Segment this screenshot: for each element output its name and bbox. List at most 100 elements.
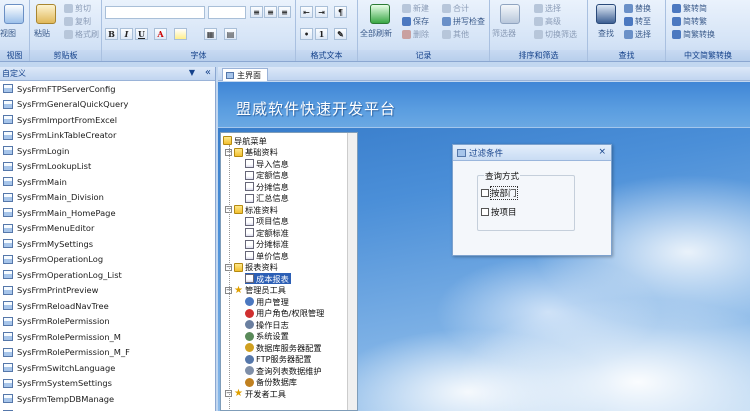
tree-group-node[interactable]: − 报表资料 xyxy=(225,262,278,273)
toggle-filter-button[interactable]: 切换筛选 xyxy=(534,29,577,40)
paste-button[interactable]: 粘贴 xyxy=(34,28,50,39)
fill-color-button[interactable] xyxy=(174,28,187,40)
nav-list-item[interactable]: SysFrmFTPServerConfig xyxy=(0,81,215,97)
view-button-label[interactable]: 视图 xyxy=(0,28,16,39)
nav-list-item[interactable]: SysFrmGeneralQuickQuery xyxy=(0,97,215,113)
nav-list-item[interactable]: SysFrmTempDBManage xyxy=(0,391,215,407)
tree-leaf-node[interactable]: 查询列表数据维护 xyxy=(245,365,322,376)
simp-to-trad-button[interactable]: 简转繁 xyxy=(672,16,707,27)
chevron-down-icon[interactable]: ▼ xyxy=(189,68,195,77)
tree-leaf-node[interactable]: 项目信息 xyxy=(245,216,289,227)
checkbox-box[interactable] xyxy=(481,208,489,216)
font-color-button[interactable]: A xyxy=(154,28,167,40)
alt-fill-button[interactable]: ▤ xyxy=(224,28,237,40)
nav-list-item[interactable]: SysFrmRolePermission_M_F xyxy=(0,345,215,361)
tab-main-interface[interactable]: 主界面 xyxy=(222,68,268,81)
nav-list-item[interactable]: SysFrmLinkTableCreator xyxy=(0,128,215,144)
nav-list-item[interactable]: SysFrmMenuEditor xyxy=(0,221,215,237)
trad-to-simp-button[interactable]: 繁转简 xyxy=(672,3,707,14)
tree-group-node[interactable]: − ★ 开发者工具 xyxy=(225,388,286,399)
tree-leaf-node[interactable]: 用户角色/权限管理 xyxy=(245,308,324,319)
tree-leaf-node[interactable]: 分摊标准 xyxy=(245,239,289,250)
align-right-button[interactable]: ≡ xyxy=(278,6,291,18)
align-left-button[interactable]: ≡ xyxy=(250,6,263,18)
tree-group-node[interactable]: − 基础资料 xyxy=(225,147,278,158)
tree-leaf-node[interactable]: 导入信息 xyxy=(245,158,289,169)
rtl-button[interactable]: ¶ xyxy=(334,6,347,18)
bullets-button[interactable]: • xyxy=(300,28,313,40)
indent-decrease-button[interactable]: ⇤ xyxy=(300,6,313,18)
view-icon[interactable] xyxy=(4,4,24,24)
highlight-button[interactable]: ✎ xyxy=(334,28,347,40)
tree-leaf-node[interactable]: 汇总信息 xyxy=(245,193,289,204)
copy-button[interactable]: 复制 xyxy=(64,16,91,27)
save-record-button[interactable]: 保存 xyxy=(402,16,429,27)
nav-list-item[interactable]: SysFrmOperationLog xyxy=(0,252,215,268)
delete-record-button[interactable]: 删除 xyxy=(402,29,429,40)
italic-button[interactable]: I xyxy=(120,28,133,40)
tree-leaf-node[interactable]: 备份数据库 xyxy=(245,377,297,388)
dialog-title-bar[interactable]: 过滤条件 × xyxy=(453,145,611,161)
tree-group-node[interactable]: − ★ 管理员工具 xyxy=(225,285,286,296)
tree-leaf-node[interactable]: 分摊信息 xyxy=(245,181,289,192)
nav-list-item[interactable]: SysFrmTemplateForm_Default xyxy=(0,407,215,411)
nav-list-item[interactable]: SysFrmMySettings xyxy=(0,236,215,252)
font-name-combo[interactable] xyxy=(105,6,205,19)
underline-button[interactable]: U xyxy=(135,28,148,40)
totals-button[interactable]: 合计 xyxy=(442,3,469,14)
tree-group-node[interactable]: − 标准资料 xyxy=(225,204,278,215)
nav-list-item[interactable]: SysFrmReloadNavTree xyxy=(0,298,215,314)
convert-button[interactable]: 简繁转换 xyxy=(672,29,715,40)
replace-button[interactable]: 替换 xyxy=(624,3,651,14)
tree-leaf-node[interactable]: 成本报表 xyxy=(245,273,291,284)
tree-scrollbar[interactable] xyxy=(347,133,357,410)
nav-list-item[interactable]: SysFrmSwitchLanguage xyxy=(0,360,215,376)
spelling-button[interactable]: 拼写检查 xyxy=(442,16,485,27)
checkbox-box[interactable] xyxy=(481,189,489,197)
refresh-all-button[interactable]: 全部刷新 xyxy=(360,28,392,39)
checkbox-by-department[interactable]: 按部门 xyxy=(481,186,518,200)
new-record-button[interactable]: 新建 xyxy=(402,3,429,14)
nav-list-item[interactable]: SysFrmRolePermission xyxy=(0,314,215,330)
tree-leaf-node[interactable]: 定额标准 xyxy=(245,227,289,238)
navigation-menu-tree[interactable]: 导航菜单 − 基础资料 导入信息 定额信息 分摊信息 汇总信息 − 标准资料 项目信息 定额标准 分摊… xyxy=(220,132,358,411)
select-button[interactable]: 选择 xyxy=(624,29,651,40)
filter-button[interactable]: 筛选器 xyxy=(492,28,516,39)
nav-pane-header[interactable]: 自定义 ▼ « xyxy=(0,67,215,81)
tree-leaf-node[interactable]: FTP服务器配置 xyxy=(245,354,311,365)
numbering-button[interactable]: 1 xyxy=(315,28,328,40)
nav-list-item[interactable]: SysFrmPrintPreview xyxy=(0,283,215,299)
tree-leaf-node[interactable]: 用户管理 xyxy=(245,296,289,307)
selection-button[interactable]: 选择 xyxy=(534,3,561,14)
nav-list-item[interactable]: SysFrmOperationLog_List xyxy=(0,267,215,283)
goto-button[interactable]: 转至 xyxy=(624,16,651,27)
find-icon[interactable] xyxy=(596,4,616,24)
format-painter-button[interactable]: 格式刷 xyxy=(64,29,99,40)
tree-leaf-node[interactable]: 定额信息 xyxy=(245,170,289,181)
tree-leaf-node[interactable]: 系统设置 xyxy=(245,331,289,342)
more-button[interactable]: 其他 xyxy=(442,29,469,40)
indent-increase-button[interactable]: ⇥ xyxy=(315,6,328,18)
nav-list-item[interactable]: SysFrmRolePermission_M xyxy=(0,329,215,345)
cut-button[interactable]: 剪切 xyxy=(64,3,91,14)
tree-leaf-node[interactable]: 数据库服务器配置 xyxy=(245,342,322,353)
nav-list-item[interactable]: SysFrmMain_HomePage xyxy=(0,205,215,221)
collapse-pane-icon[interactable]: « xyxy=(205,67,211,78)
checkbox-by-project[interactable]: 按项目 xyxy=(481,206,517,218)
find-button[interactable]: 查找 xyxy=(598,28,614,39)
bold-button[interactable]: B xyxy=(105,28,118,40)
filter-icon[interactable] xyxy=(500,4,520,24)
gridlines-button[interactable]: ▦ xyxy=(204,28,217,40)
tree-leaf-node[interactable]: 操作日志 xyxy=(245,319,289,330)
nav-list-item[interactable]: SysFrmMain_Division xyxy=(0,190,215,206)
refresh-icon[interactable] xyxy=(370,4,390,24)
font-size-combo[interactable] xyxy=(208,6,246,19)
nav-list-item[interactable]: SysFrmLogin xyxy=(0,143,215,159)
advanced-filter-button[interactable]: 高级 xyxy=(534,16,561,27)
tree-leaf-node[interactable]: 单价信息 xyxy=(245,250,289,261)
nav-list-item[interactable]: SysFrmMain xyxy=(0,174,215,190)
paste-icon[interactable] xyxy=(36,4,56,24)
nav-list-item[interactable]: SysFrmImportFromExcel xyxy=(0,112,215,128)
align-center-button[interactable]: ≡ xyxy=(264,6,277,18)
nav-list-item[interactable]: SysFrmSystemSettings xyxy=(0,376,215,392)
